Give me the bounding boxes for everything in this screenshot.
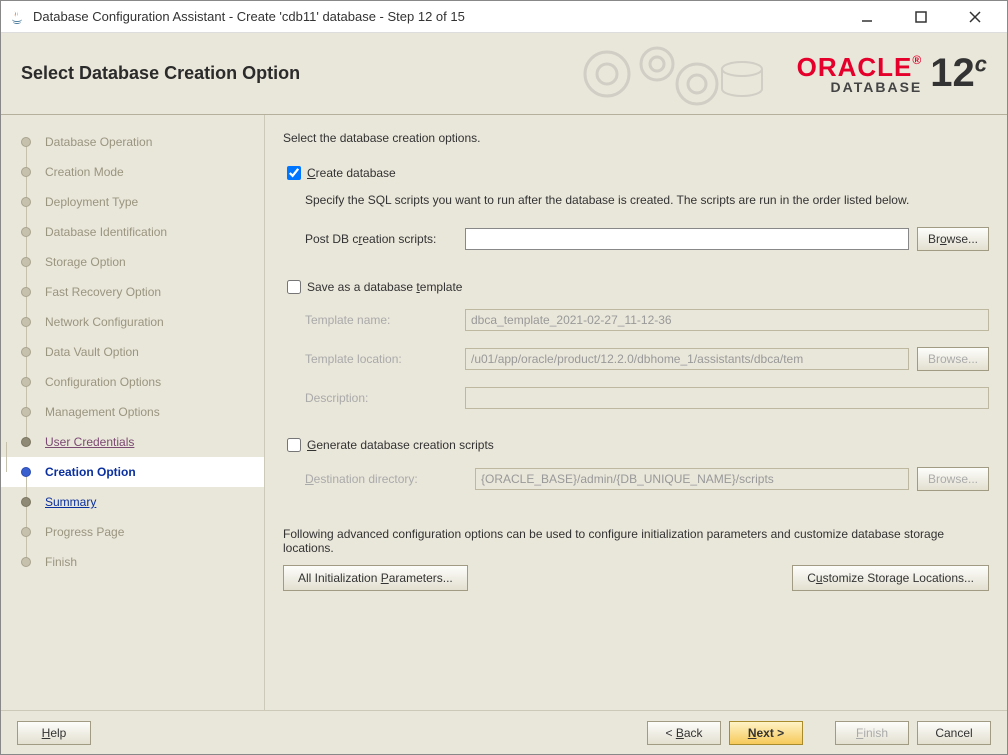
window-title: Database Configuration Assistant - Creat… <box>33 9 849 24</box>
template-name-label: Template name: <box>305 313 465 327</box>
customize-storage-button[interactable]: Customize Storage Locations... <box>792 565 989 591</box>
step-data-vault-option: Data Vault Option <box>21 337 264 367</box>
instruction-text: Select the database creation options. <box>283 131 989 145</box>
main-panel: Select the database creation options. Cr… <box>265 115 1007 710</box>
save-template-checkbox[interactable] <box>287 280 301 294</box>
post-scripts-label: Post DB creation scripts: <box>305 232 465 246</box>
template-description-input <box>465 387 989 409</box>
java-icon <box>9 9 25 25</box>
step-database-identification: Database Identification <box>21 217 264 247</box>
template-location-input <box>465 348 909 370</box>
sidebar: Database Operation Creation Mode Deploym… <box>1 115 265 710</box>
body: Database Operation Creation Mode Deploym… <box>1 115 1007 710</box>
step-configuration-options: Configuration Options <box>21 367 264 397</box>
next-button[interactable]: Next > <box>729 721 803 745</box>
brand-version: 12c <box>930 51 987 96</box>
step-management-options: Management Options <box>21 397 264 427</box>
step-creation-mode: Creation Mode <box>21 157 264 187</box>
step-finish: Finish <box>21 547 264 577</box>
step-progress-page: Progress Page <box>21 517 264 547</box>
brand-database-text: DATABASE <box>831 80 923 94</box>
window: Database Configuration Assistant - Creat… <box>0 0 1008 755</box>
create-database-checkbox[interactable] <box>287 166 301 180</box>
create-database-label[interactable]: Create database <box>307 166 396 180</box>
step-summary[interactable]: Summary <box>21 487 264 517</box>
brand: ORACLE® DATABASE 12c <box>797 51 987 96</box>
window-controls <box>849 5 993 29</box>
close-button[interactable] <box>957 5 993 29</box>
step-storage-option: Storage Option <box>21 247 264 277</box>
template-name-input <box>465 309 989 331</box>
post-scripts-browse-button[interactable]: Browse... <box>917 227 989 251</box>
titlebar: Database Configuration Assistant - Creat… <box>1 1 1007 33</box>
step-deployment-type: Deployment Type <box>21 187 264 217</box>
minimize-button[interactable] <box>849 5 885 29</box>
all-init-params-button[interactable]: All Initialization Parameters... <box>283 565 468 591</box>
generate-scripts-checkbox[interactable] <box>287 438 301 452</box>
template-browse-button: Browse... <box>917 347 989 371</box>
destination-directory-input <box>475 468 909 490</box>
destination-browse-button: Browse... <box>917 467 989 491</box>
destination-directory-label: Destination directory: <box>305 472 475 486</box>
template-description-label: Description: <box>305 391 465 405</box>
back-button[interactable]: < Back <box>647 721 721 745</box>
step-network-configuration: Network Configuration <box>21 307 264 337</box>
advanced-note: Following advanced configuration options… <box>283 527 989 555</box>
help-button[interactable]: Help <box>17 721 91 745</box>
header: Select Database Creation Option ORACLE® … <box>1 33 1007 115</box>
footer: Help < Back Next > Finish Cancel <box>1 710 1007 754</box>
step-user-credentials[interactable]: User Credentials <box>21 427 264 457</box>
brand-oracle-text: ORACLE® <box>797 54 923 80</box>
template-location-label: Template location: <box>305 352 465 366</box>
generate-scripts-label[interactable]: Generate database creation scripts <box>307 438 494 452</box>
step-creation-option[interactable]: Creation Option <box>1 457 264 487</box>
step-database-operation: Database Operation <box>21 127 264 157</box>
finish-button: Finish <box>835 721 909 745</box>
step-fast-recovery-option: Fast Recovery Option <box>21 277 264 307</box>
save-template-label[interactable]: Save as a database template <box>307 280 462 294</box>
create-database-subtext: Specify the SQL scripts you want to run … <box>305 193 989 207</box>
post-scripts-input[interactable] <box>465 228 909 250</box>
gears-decoration <box>567 33 767 114</box>
cancel-button[interactable]: Cancel <box>917 721 991 745</box>
page-title: Select Database Creation Option <box>21 63 300 84</box>
maximize-button[interactable] <box>903 5 939 29</box>
